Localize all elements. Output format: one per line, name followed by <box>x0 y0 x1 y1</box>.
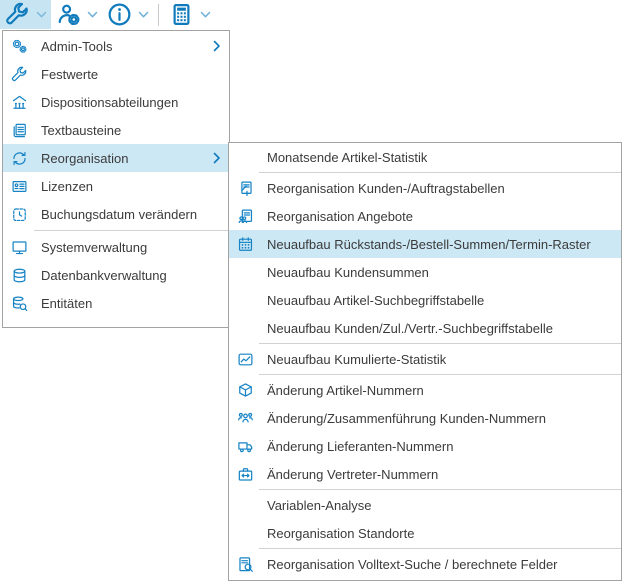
menu-item-label: Textbausteine <box>41 123 121 138</box>
toolbar-user-settings-button[interactable] <box>51 0 102 29</box>
menu-item-label: Buchungsdatum verändern <box>41 207 197 222</box>
submenu-item-aenderung-artikel-nummern[interactable]: Änderung Artikel-Nummern <box>229 376 621 404</box>
document-add-icon <box>235 180 255 197</box>
id-card-icon <box>9 178 29 195</box>
chevron-right-icon <box>213 152 223 164</box>
department-icon <box>9 94 29 111</box>
menu-item-label: Lizenzen <box>41 179 93 194</box>
document-search-icon <box>235 556 255 573</box>
submenu-item-reorg-volltext-suche-berechnete-felder[interactable]: Reorganisation Volltext-Suche / berechne… <box>229 550 621 578</box>
wrench-icon <box>5 2 30 27</box>
user-gear-icon <box>56 2 81 27</box>
calculator-icon <box>169 2 194 27</box>
menu-item-label: Systemverwaltung <box>41 240 147 255</box>
submenu-separator <box>259 489 621 490</box>
menu-item-label: Festwerte <box>41 67 98 82</box>
submenu-item-neuaufbau-artikel-suchbegriffstabelle[interactable]: Neuaufbau Artikel-Suchbegriffstabelle <box>229 286 621 314</box>
wrench-icon <box>9 66 29 83</box>
menu-item-label: Datenbankverwaltung <box>41 268 167 283</box>
gears-icon <box>9 38 29 55</box>
chevron-down-icon <box>138 11 149 19</box>
submenu-separator <box>259 172 621 173</box>
submenu-item-label: Neuaufbau Kunden/Zul./Vertr.-Suchbegriff… <box>267 321 553 336</box>
submenu-item-neuaufbau-kumulierte-statistik[interactable]: Neuaufbau Kumulierte-Statistik <box>229 345 621 373</box>
sync-icon <box>9 150 29 167</box>
submenu-separator <box>259 343 621 344</box>
menu-item-dispositionsabteilungen[interactable]: Dispositionsabteilungen <box>3 88 229 116</box>
menu-item-entitaeten[interactable]: Entitäten <box>3 289 229 317</box>
submenu-item-neuaufbau-rueckstands-bestell-summen-termin-raster[interactable]: Neuaufbau Rückstands-/Bestell-Summen/Ter… <box>229 230 621 258</box>
submenu-item-label: Reorganisation Angebote <box>267 209 413 224</box>
submenu-separator <box>259 374 621 375</box>
submenu-separator <box>259 548 621 549</box>
toolbar <box>0 0 624 29</box>
submenu-item-label: Reorganisation Volltext-Suche / berechne… <box>267 557 558 572</box>
submenu-item-aenderung-zusammenfuehrung-kunden-nummern[interactable]: Änderung/Zusammenführung Kunden-Nummern <box>229 404 621 432</box>
truck-icon <box>235 438 255 455</box>
menu-item-label: Entitäten <box>41 296 92 311</box>
documents-icon <box>9 122 29 139</box>
toolbar-calculator-button[interactable] <box>164 0 215 29</box>
toolbar-divider <box>158 4 159 26</box>
menu-item-buchungsdatum-veraendern[interactable]: Buchungsdatum verändern <box>3 200 229 228</box>
menu-item-reorganisation[interactable]: Reorganisation <box>3 144 229 172</box>
menu-item-datenbankverwaltung[interactable]: Datenbankverwaltung <box>3 261 229 289</box>
menu-item-label: Dispositionsabteilungen <box>41 95 178 110</box>
submenu-item-label: Monatsende Artikel-Statistik <box>267 150 427 165</box>
submenu-item-label: Änderung Vertreter-Nummern <box>267 467 438 482</box>
menu-separator <box>34 230 228 231</box>
submenu-item-reorganisation-standorte[interactable]: Reorganisation Standorte <box>229 519 621 547</box>
submenu-item-label: Variablen-Analyse <box>267 498 372 513</box>
calendar-grid-icon <box>235 236 255 253</box>
admin-menu-panel: Admin-Tools Festwerte Dispositionsabteil… <box>2 30 230 328</box>
submenu-item-reorg-angebote[interactable]: Reorganisation Angebote <box>229 202 621 230</box>
calendar-change-icon <box>9 206 29 223</box>
menu-item-systemverwaltung[interactable]: Systemverwaltung <box>3 233 229 261</box>
menu-item-lizenzen[interactable]: Lizenzen <box>3 172 229 200</box>
menu-item-festwerte[interactable]: Festwerte <box>3 60 229 88</box>
database-icon <box>9 267 29 284</box>
submenu-item-label: Änderung Lieferanten-Nummern <box>267 439 453 454</box>
submenu-item-label: Neuaufbau Kumulierte-Statistik <box>267 352 446 367</box>
monitor-icon <box>9 239 29 256</box>
chart-line-icon <box>235 351 255 368</box>
menu-item-label: Admin-Tools <box>41 39 113 54</box>
menu-item-label: Reorganisation <box>41 151 128 166</box>
chevron-down-icon <box>200 11 211 19</box>
database-search-icon <box>9 295 29 312</box>
submenu-item-label: Reorganisation Standorte <box>267 526 414 541</box>
submenu-item-label: Änderung Artikel-Nummern <box>267 383 424 398</box>
submenu-item-neuaufbau-kunden-zul-vertr-suchbegriffstabelle[interactable]: Neuaufbau Kunden/Zul./Vertr.-Suchbegriff… <box>229 314 621 342</box>
submenu-item-reorg-kunden-auftragstabellen[interactable]: Reorganisation Kunden-/Auftragstabellen <box>229 174 621 202</box>
chevron-right-icon <box>213 40 223 52</box>
cube-icon <box>235 382 255 399</box>
toolbar-admin-tools-button[interactable] <box>0 0 51 29</box>
submenu-item-label: Neuaufbau Kundensummen <box>267 265 429 280</box>
briefcase-swap-icon <box>235 466 255 483</box>
submenu-item-label: Neuaufbau Artikel-Suchbegriffstabelle <box>267 293 484 308</box>
menu-item-admin-tools[interactable]: Admin-Tools <box>3 32 229 60</box>
reorganisation-submenu-panel: Monatsende Artikel-Statistik Reorganisat… <box>228 142 622 581</box>
menu-item-textbausteine[interactable]: Textbausteine <box>3 116 229 144</box>
info-icon <box>107 2 132 27</box>
people-group-icon <box>235 410 255 427</box>
submenu-item-label: Änderung/Zusammenführung Kunden-Nummern <box>267 411 546 426</box>
submenu-item-monatsende-artikel-statistik[interactable]: Monatsende Artikel-Statistik <box>229 143 621 171</box>
submenu-item-label: Reorganisation Kunden-/Auftragstabellen <box>267 181 505 196</box>
submenu-item-variablen-analyse[interactable]: Variablen-Analyse <box>229 491 621 519</box>
toolbar-info-button[interactable] <box>102 0 153 29</box>
submenu-item-neuaufbau-kundensummen[interactable]: Neuaufbau Kundensummen <box>229 258 621 286</box>
chevron-down-icon <box>87 11 98 19</box>
submenu-item-aenderung-vertreter-nummern[interactable]: Änderung Vertreter-Nummern <box>229 460 621 488</box>
submenu-item-label: Neuaufbau Rückstands-/Bestell-Summen/Ter… <box>267 237 591 252</box>
chevron-down-icon <box>36 11 47 19</box>
document-users-icon <box>235 208 255 225</box>
submenu-item-aenderung-lieferanten-nummern[interactable]: Änderung Lieferanten-Nummern <box>229 432 621 460</box>
